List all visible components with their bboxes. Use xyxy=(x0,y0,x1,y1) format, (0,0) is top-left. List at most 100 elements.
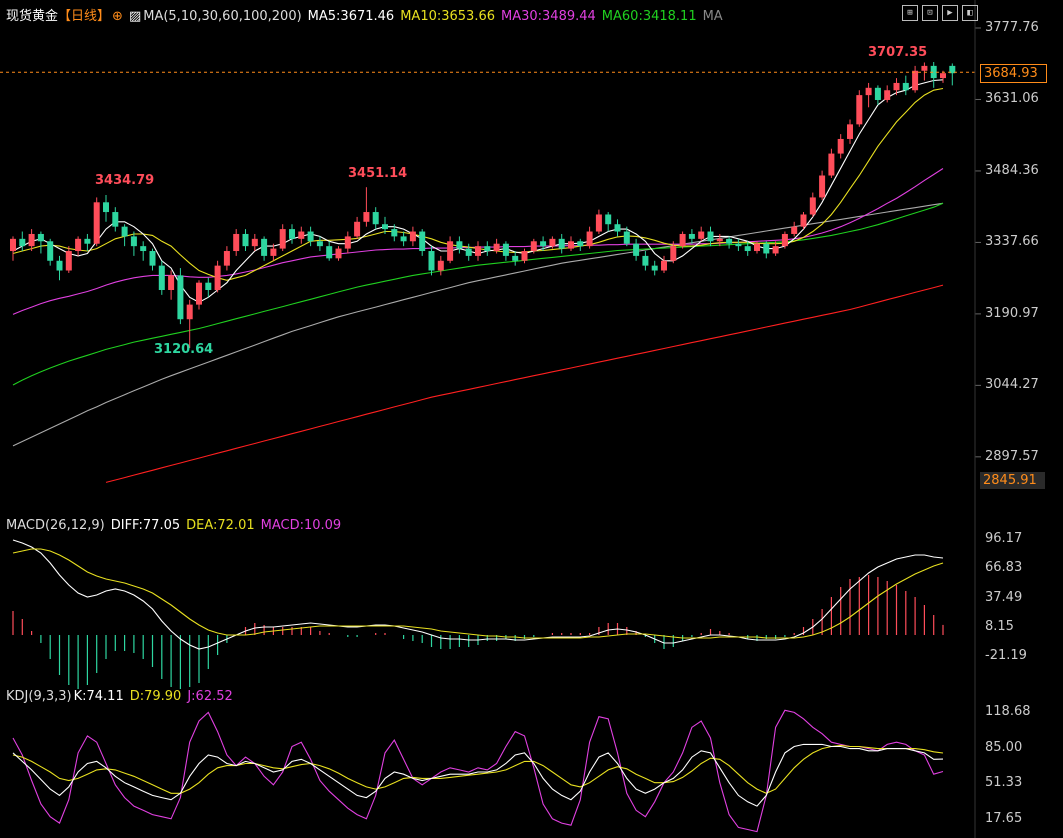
macd-axis-label: 66.83 xyxy=(985,560,1023,576)
candle-body xyxy=(196,282,202,305)
macd-panel xyxy=(12,539,944,689)
price-axis-label: 3777.76 xyxy=(985,20,1039,35)
stock-chart[interactable] xyxy=(0,0,1063,838)
candle-body xyxy=(651,265,658,271)
candle-body xyxy=(819,175,826,198)
current-price-tag: 3684.93 xyxy=(980,64,1047,84)
candle-body xyxy=(661,260,667,271)
candle-body xyxy=(251,238,258,247)
candle-body xyxy=(400,236,407,242)
candle-body xyxy=(540,241,547,247)
ma-value-0: MA5:3671.46 xyxy=(307,9,395,24)
candle-body xyxy=(205,282,212,290)
macd-label: MACD(26,12,9) xyxy=(6,518,105,533)
ma-label: MA(5,10,30,60,100,200) xyxy=(143,9,302,24)
toolbar-button-2[interactable]: ⊡ xyxy=(922,5,938,21)
macd-axis-label: -21.19 xyxy=(985,648,1027,664)
candle-body xyxy=(298,231,305,239)
macd-axis-label: 8.15 xyxy=(985,618,1014,634)
candle-body xyxy=(772,246,779,254)
macd-diff: DIFF:77.05 xyxy=(110,518,181,533)
settings-icon[interactable]: ⊕ xyxy=(112,9,123,24)
kdj-d-line xyxy=(12,744,944,794)
macd-axis-label: 96.17 xyxy=(985,530,1023,546)
candle-body xyxy=(149,251,156,266)
candle-body xyxy=(56,260,63,271)
candle-body xyxy=(409,231,416,242)
annotation-high-3: 3707.35 xyxy=(868,45,928,60)
candle-body xyxy=(688,233,695,239)
candle-body xyxy=(809,197,816,215)
candle-body xyxy=(223,251,230,266)
toolbar-button-4[interactable]: ◧ xyxy=(962,5,978,21)
kdj-axis-label: 17.65 xyxy=(985,811,1023,827)
candle-body xyxy=(595,214,602,232)
candle-body xyxy=(940,73,946,79)
ma200-line xyxy=(105,284,944,483)
candle-body xyxy=(502,243,509,256)
ma-value-1: MA10:3653.66 xyxy=(400,9,495,24)
candle-body xyxy=(316,241,323,247)
candle-body xyxy=(372,212,379,225)
candle-body xyxy=(493,243,500,252)
candle-body xyxy=(233,233,240,252)
candle-body xyxy=(512,255,519,261)
candle-body xyxy=(456,241,463,249)
main-header: 现货黄金【日线】 ⊕ ▨ MA(5,10,30,60,100,200) MA5:3671… xyxy=(6,5,735,24)
candle-body xyxy=(121,226,128,237)
candle-body xyxy=(623,231,630,244)
candle-body xyxy=(261,238,268,256)
candle-body xyxy=(754,243,760,252)
candle-body xyxy=(791,226,798,234)
candle-body xyxy=(242,233,249,247)
candle-body xyxy=(856,95,863,125)
candle-body xyxy=(735,243,742,247)
candle-body xyxy=(307,231,314,242)
candle-body xyxy=(549,238,556,247)
candlestick-series xyxy=(10,61,956,348)
macd-diff-line xyxy=(12,539,944,650)
price-axis-label: 3190.97 xyxy=(985,305,1039,321)
annotation-low-1: 3120.64 xyxy=(154,342,214,357)
ma-value-2: MA30:3489.44 xyxy=(501,9,596,24)
price-axis-label: 3337.66 xyxy=(985,234,1039,250)
candle-body xyxy=(847,124,853,139)
indicator-icon[interactable]: ▨ xyxy=(129,9,141,24)
candle-body xyxy=(130,236,137,247)
kdj-j: J:62.52 xyxy=(187,689,233,704)
candle-body xyxy=(614,224,621,232)
candle-body xyxy=(698,231,705,239)
macd-dea: DEA:72.01 xyxy=(186,518,255,533)
axis-low-label: 2845.91 xyxy=(980,472,1045,489)
candle-body xyxy=(642,255,649,266)
candle-body xyxy=(140,246,147,252)
price-axis-label: 3484.36 xyxy=(985,162,1039,178)
candle-body xyxy=(75,238,82,252)
candle-body xyxy=(103,202,109,213)
kdj-header: KDJ(9,3,3) K:74.11 D:79.90 J:62.52 xyxy=(6,689,239,704)
period-label[interactable]: 【日线】 xyxy=(58,9,110,24)
candle-body xyxy=(186,304,193,320)
candle-body xyxy=(912,70,919,91)
candle-body xyxy=(168,275,175,290)
macd-axis-label: 37.49 xyxy=(985,589,1023,605)
candle-body xyxy=(214,265,221,290)
candle-body xyxy=(335,248,342,259)
candle-body xyxy=(10,238,16,252)
candle-body xyxy=(521,251,528,261)
macd-value: MACD:10.09 xyxy=(260,518,342,533)
candle-body xyxy=(679,233,686,247)
kdj-k: K:74.11 xyxy=(73,689,124,704)
macd-header: MACD(26,12,9) DIFF:77.05 DEA:72.01 MACD:10.… xyxy=(6,518,347,533)
toolbar-button-3[interactable]: ▶ xyxy=(942,5,958,21)
toolbar-button-1[interactable]: ⊞ xyxy=(902,5,918,21)
candle-body xyxy=(828,153,835,176)
candle-body xyxy=(270,248,277,256)
ma-values: MA5:3671.46 MA10:3653.66 MA30:3489.44 MA60:… xyxy=(308,9,729,24)
grid-lines xyxy=(975,27,981,458)
candle-body xyxy=(419,231,426,252)
candle-body xyxy=(558,238,565,249)
candle-body xyxy=(763,243,770,254)
annotation-high-2: 3451.14 xyxy=(348,166,408,181)
candle-body xyxy=(707,231,714,242)
